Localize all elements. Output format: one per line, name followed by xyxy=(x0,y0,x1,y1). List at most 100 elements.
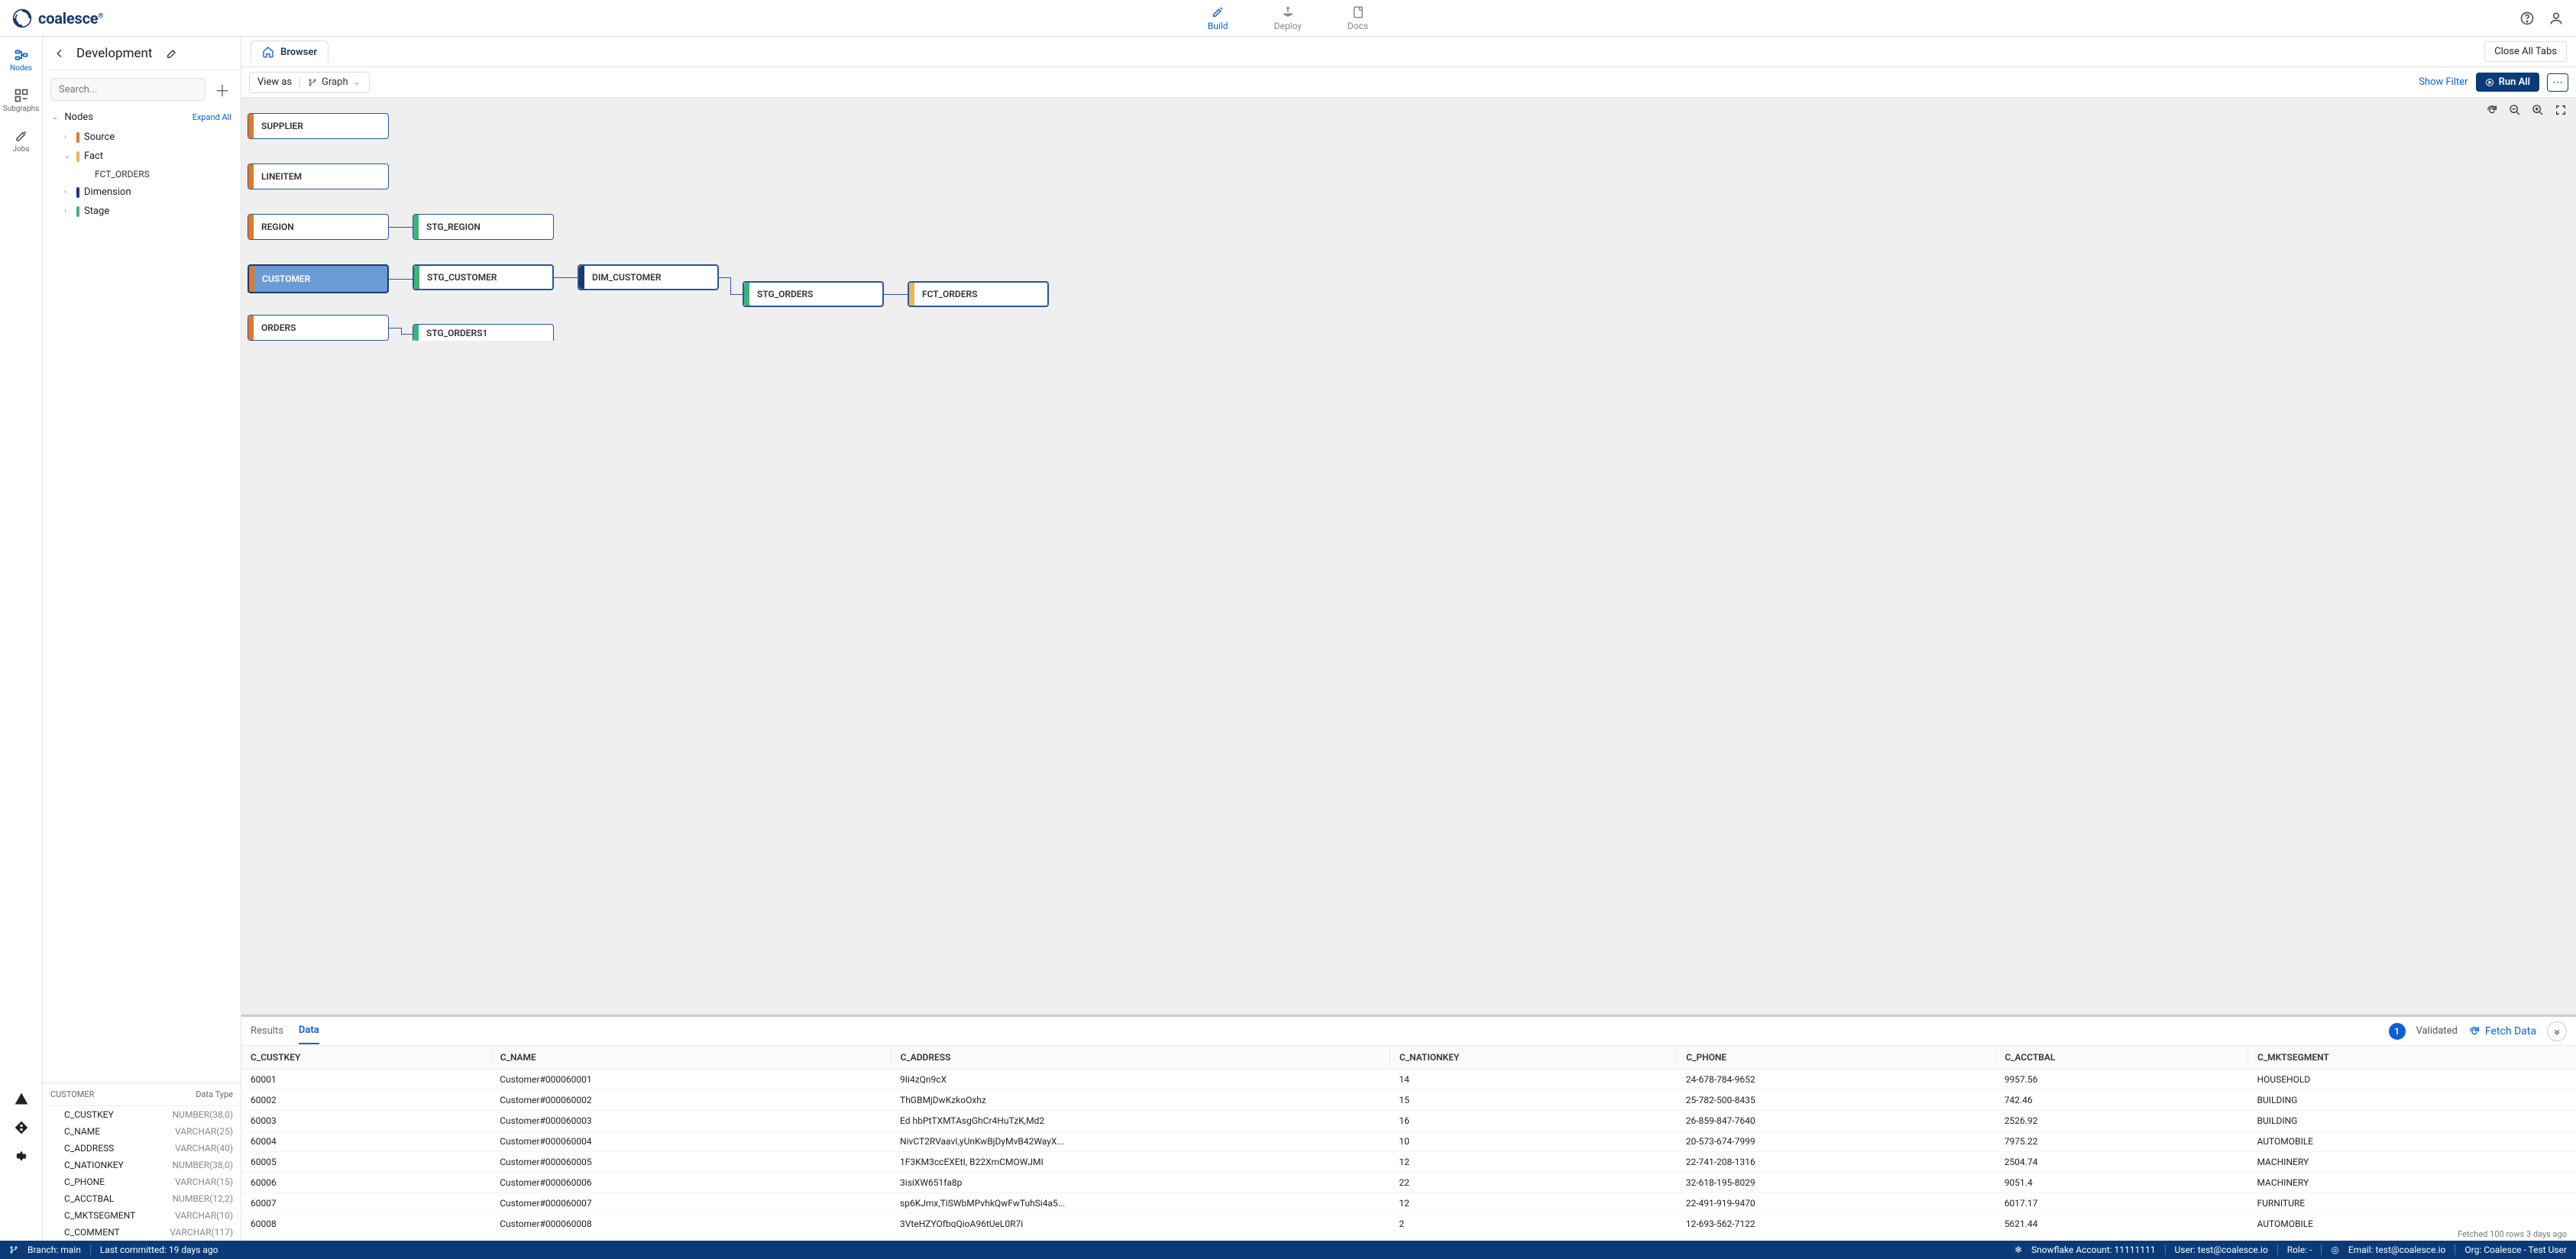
expand-pane-button[interactable] xyxy=(2547,1021,2567,1041)
fullscreen-icon[interactable] xyxy=(2555,104,2567,116)
grid-row[interactable]: 60002Customer#000060002ThGBMjDwKzkoOxhz1… xyxy=(241,1090,2576,1111)
colprev-row[interactable]: C_COMMENTVARCHAR(117) xyxy=(43,1224,241,1241)
edge xyxy=(401,328,402,334)
grid-row[interactable]: 60008Customer#0000600083VteHZYOfbqQioA96… xyxy=(241,1214,2576,1228)
col-name: C_CUSTKEY xyxy=(50,1109,149,1120)
graph-canvas[interactable]: SUPPLIER LINEITEM REGION STG_REGION CUST… xyxy=(241,98,2576,1015)
colprev-row[interactable]: C_PHONEVARCHAR(15) xyxy=(43,1173,241,1190)
nav-docs-label: Docs xyxy=(1348,21,1368,31)
icon-rail: Nodes Subgraphs Jobs xyxy=(0,37,43,1241)
grid-cell: 2526.92 xyxy=(1995,1111,2248,1131)
grid-row[interactable]: 60004Customer#000060004NivCT2RVaavI,yUnK… xyxy=(241,1131,2576,1152)
node-supplier[interactable]: SUPPLIER xyxy=(248,113,389,139)
tab-browser[interactable]: Browser xyxy=(251,40,328,63)
add-button[interactable]: ＋ xyxy=(212,79,233,101)
back-icon[interactable] xyxy=(53,47,66,60)
colprev-row[interactable]: C_MKTSEGMENTVARCHAR(10) xyxy=(43,1207,241,1224)
status-branch[interactable]: Branch: main xyxy=(28,1244,81,1255)
grid-row[interactable]: 60007Customer#000060007sp6KJmx,TiSWbMPvh… xyxy=(241,1193,2576,1214)
grid-row[interactable]: 60003Customer#000060003Ed hbPtTXMTAsgGhC… xyxy=(241,1111,2576,1131)
view-as-value: Graph ⌄ xyxy=(300,76,368,88)
show-filter-link[interactable]: Show Filter xyxy=(2419,76,2468,88)
node-dim-customer[interactable]: DIM_CUSTOMER xyxy=(578,264,719,290)
edge xyxy=(554,277,578,278)
tree-source-label: Source xyxy=(84,131,115,143)
col-name: C_NAME xyxy=(50,1126,149,1137)
colprev-row[interactable]: C_ADDRESSVARCHAR(40) xyxy=(43,1140,241,1157)
status-bar: Branch: main Last committed: 19 days ago… xyxy=(0,1241,2576,1259)
view-as-select[interactable]: View as Graph ⌄ xyxy=(249,72,370,93)
grid-col-header[interactable]: C_PHONE xyxy=(1677,1046,1995,1070)
tree-fct-orders[interactable]: FCT_ORDERS xyxy=(46,166,238,183)
node-stg-orders1[interactable]: STG_ORDERS1 xyxy=(413,324,554,341)
node-stg-customer-label: STG_CUSTOMER xyxy=(427,272,497,283)
grid-col-header[interactable]: C_ACCTBAL xyxy=(1995,1046,2248,1070)
tree-fact[interactable]: ⌄Fact xyxy=(46,147,238,166)
home-icon xyxy=(262,46,274,58)
node-fct-orders[interactable]: FCT_ORDERS xyxy=(908,281,1049,307)
rail-nodes[interactable]: Nodes xyxy=(0,43,42,77)
canvas-tools xyxy=(2486,104,2567,116)
tree-caret-icon[interactable]: ⌄ xyxy=(52,113,58,121)
zoom-in-icon[interactable] xyxy=(2532,104,2544,116)
tree-dimension[interactable]: ›Dimension xyxy=(46,183,238,202)
tab-data[interactable]: Data xyxy=(299,1018,319,1044)
node-stg-region[interactable]: STG_REGION xyxy=(413,214,554,240)
grid-cell: 60006 xyxy=(241,1173,490,1193)
grid-col-header[interactable]: C_NATIONKEY xyxy=(1390,1046,1676,1070)
grid-cell: MACHINERY xyxy=(2248,1173,2576,1193)
nodes-label: Nodes xyxy=(64,112,93,123)
warning-icon[interactable] xyxy=(14,1091,29,1106)
grid-col-header[interactable]: C_NAME xyxy=(490,1046,891,1070)
node-region[interactable]: REGION xyxy=(248,214,389,240)
search-input[interactable] xyxy=(50,78,205,101)
grid-row[interactable]: 60001Customer#0000600019Ii4zQn9cX1424-67… xyxy=(241,1070,2576,1090)
tree-stage-label: Stage xyxy=(84,206,109,217)
grid-row[interactable]: 60006Customer#0000600063isiXW651fa8p2232… xyxy=(241,1173,2576,1193)
refresh-icon[interactable] xyxy=(2486,104,2498,116)
colprev-row[interactable]: C_ACCTBALNUMBER(12,2) xyxy=(43,1190,241,1207)
help-icon[interactable] xyxy=(2519,11,2535,26)
grid-row[interactable]: 60005Customer#0000600051F3KM3ccEXEtI, B2… xyxy=(241,1152,2576,1173)
grid-cell: 5621.44 xyxy=(1995,1214,2248,1228)
node-orders[interactable]: ORDERS xyxy=(248,315,389,341)
tab-results[interactable]: Results xyxy=(251,1018,283,1044)
expand-all-link[interactable]: Expand All xyxy=(193,112,231,122)
zoom-out-icon[interactable] xyxy=(2509,104,2521,116)
git-icon[interactable] xyxy=(14,1120,29,1135)
tree-source[interactable]: ›Source xyxy=(46,128,238,147)
nav-docs[interactable]: Docs xyxy=(1348,5,1368,31)
grid-col-header[interactable]: C_ADDRESS xyxy=(891,1046,1390,1070)
nav-deploy[interactable]: Deploy xyxy=(1274,5,1302,31)
side-title: Development xyxy=(76,46,152,61)
colprev-row[interactable]: C_CUSTKEYNUMBER(38,0) xyxy=(43,1106,241,1123)
tab-browser-label: Browser xyxy=(280,47,317,58)
close-all-tabs-button[interactable]: Close All Tabs xyxy=(2484,41,2567,62)
fetch-data-button[interactable]: Fetch Data xyxy=(2468,1025,2536,1037)
edge xyxy=(730,294,743,295)
grid-col-header[interactable]: C_MKTSEGMENT xyxy=(2248,1046,2576,1070)
data-grid[interactable]: C_CUSTKEYC_NAMEC_ADDRESSC_NATIONKEYC_PHO… xyxy=(241,1046,2576,1228)
user-icon[interactable] xyxy=(2548,11,2564,26)
run-more-button[interactable]: ⋯ xyxy=(2547,73,2568,92)
colprev-row[interactable]: C_NAMEVARCHAR(25) xyxy=(43,1123,241,1140)
rail-jobs[interactable]: Jobs xyxy=(0,124,42,158)
run-all-button[interactable]: Run All xyxy=(2476,73,2539,92)
col-type: VARCHAR(15) xyxy=(149,1176,233,1187)
docs-icon xyxy=(1351,5,1365,19)
edge xyxy=(401,334,413,335)
grid-cell: 25-782-500-8435 xyxy=(1677,1090,1995,1111)
nav-build[interactable]: Build xyxy=(1208,5,1228,31)
node-customer[interactable]: CUSTOMER xyxy=(248,264,389,293)
colprev-row[interactable]: C_NATIONKEYNUMBER(38,0) xyxy=(43,1157,241,1173)
grid-col-header[interactable]: C_CUSTKEY xyxy=(241,1046,490,1070)
tree-fct-orders-label: FCT_ORDERS xyxy=(95,169,150,180)
col-type: VARCHAR(40) xyxy=(149,1143,233,1154)
node-stg-orders[interactable]: STG_ORDERS xyxy=(743,281,884,307)
edit-icon[interactable] xyxy=(166,47,178,60)
rail-subgraphs[interactable]: Subgraphs xyxy=(0,83,42,118)
node-stg-customer[interactable]: STG_CUSTOMER xyxy=(413,264,554,290)
node-lineitem[interactable]: LINEITEM xyxy=(248,163,389,189)
settings-icon[interactable] xyxy=(14,1149,29,1164)
tree-stage[interactable]: ›Stage xyxy=(46,202,238,221)
